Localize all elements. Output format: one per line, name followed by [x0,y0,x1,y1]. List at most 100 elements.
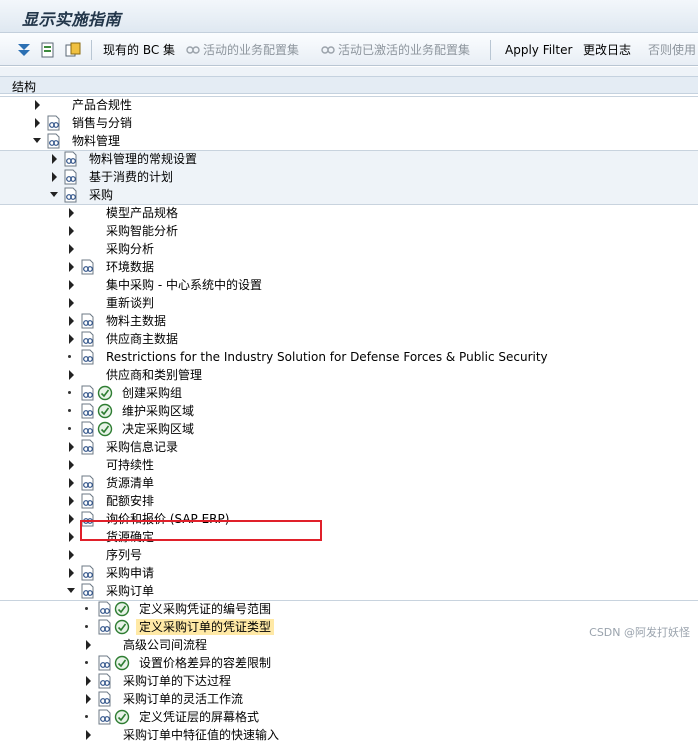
expand-arrow-icon[interactable] [66,495,76,507]
expand-arrow-icon[interactable] [66,369,76,381]
change-log-button[interactable]: 更改日志 [583,41,631,59]
documentation-icon[interactable] [63,169,79,185]
tree-node-label[interactable]: 集中采购 - 中心系统中的设置 [106,277,262,293]
tree-node[interactable]: 采购分析 [0,240,698,258]
tree-node-label[interactable]: 产品合规性 [72,97,132,113]
tree-node-label[interactable]: 销售与分销 [72,115,132,131]
tree-node[interactable]: 可持续性 [0,456,698,474]
tree-node[interactable]: 重新谈判 [0,294,698,312]
tree-node[interactable]: 维护采购区域 [0,402,698,420]
tree-node[interactable]: 创建采购组 [0,384,698,402]
tree-node[interactable]: 定义采购凭证的编号范围 [0,600,698,618]
collapse-arrow-icon[interactable] [49,189,59,201]
tree-node-label[interactable]: Restrictions for the Industry Solution f… [106,349,548,365]
expand-arrow-icon[interactable] [32,99,42,111]
tree-node[interactable]: 采购信息记录 [0,438,698,456]
documentation-icon[interactable] [97,691,113,707]
expand-arrow-icon[interactable] [66,513,76,525]
expand-arrow-icon[interactable] [49,171,59,183]
tree-node[interactable]: 物料管理 [0,132,698,150]
doc-nav-icon[interactable] [39,41,57,59]
tree-node[interactable]: 集中采购 - 中心系统中的设置 [0,276,698,294]
tree-node-label-selected[interactable]: 定义采购订单的凭证类型 [136,619,275,635]
documentation-icon[interactable] [80,385,96,401]
tree-node-label[interactable]: 创建采购组 [122,385,182,401]
tree-node[interactable]: 设置价格差异的容差限制 [0,654,698,672]
tree-node-label[interactable]: 物料管理 [72,133,120,149]
documentation-icon[interactable] [80,331,96,347]
current-bc-set-button[interactable]: 现有的 BC 集 [103,41,175,59]
collapse-arrow-icon[interactable] [32,135,42,147]
expand-arrow-icon[interactable] [66,297,76,309]
documentation-icon[interactable] [97,655,113,671]
tree-node[interactable]: 采购申请 [0,564,698,582]
otherwise-use-button[interactable]: 否则使用 [648,41,696,59]
tree-node[interactable]: 物料主数据 [0,312,698,330]
documentation-icon[interactable] [97,709,113,725]
documentation-icon[interactable] [80,313,96,329]
tree-node[interactable]: 采购智能分析 [0,222,698,240]
tree-node-label[interactable]: 采购订单中特征值的快速输入 [123,727,279,743]
execute-clock-icon[interactable] [97,421,113,437]
expand-arrow-icon[interactable] [66,243,76,255]
expand-arrow-icon[interactable] [66,333,76,345]
expand-arrow-icon[interactable] [66,315,76,327]
tree-node-label[interactable]: 物料主数据 [106,313,166,329]
tree-node[interactable]: 货源清单 [0,474,698,492]
documentation-icon[interactable] [80,439,96,455]
execute-clock-icon[interactable] [97,403,113,419]
tree-node-label[interactable]: 基于消费的计划 [89,169,173,185]
tree-node[interactable]: 销售与分销 [0,114,698,132]
bc-activated-button[interactable]: 活动已激活的业务配置集 [338,41,470,59]
bc-set-icon[interactable] [64,41,82,59]
tree-node[interactable]: Restrictions for the Industry Solution f… [0,348,698,366]
expand-arrow-icon[interactable] [32,117,42,129]
bc-active-button[interactable]: 活动的业务配置集 [203,41,299,59]
tree-node-label[interactable]: 决定采购区域 [122,421,194,437]
tree-node[interactable]: 物料管理的常规设置 [0,150,698,168]
documentation-icon[interactable] [80,583,96,599]
expand-arrow-icon[interactable] [66,207,76,219]
execute-clock-icon[interactable] [114,601,130,617]
tree-node[interactable]: 定义凭证层的屏幕格式 [0,708,698,726]
tree-node[interactable]: 采购订单中特征值的快速输入 [0,726,698,744]
tree-node-label[interactable]: 高级公司间流程 [123,637,207,653]
documentation-icon[interactable] [97,619,113,635]
expand-arrow-icon[interactable] [83,729,93,741]
documentation-icon[interactable] [80,421,96,437]
expand-arrow-icon[interactable] [66,549,76,561]
expand-arrow-icon[interactable] [66,567,76,579]
tree-node-label[interactable]: 采购订单 [106,583,154,599]
documentation-icon[interactable] [97,601,113,617]
documentation-icon[interactable] [80,565,96,581]
tree-node-label[interactable]: 供应商和类别管理 [106,367,202,383]
tree-node[interactable]: 供应商和类别管理 [0,366,698,384]
tree-node[interactable]: 供应商主数据 [0,330,698,348]
tree-node-label[interactable]: 物料管理的常规设置 [89,151,197,167]
execute-clock-icon[interactable] [114,709,130,725]
tree-node[interactable]: 基于消费的计划 [0,168,698,186]
tree-node-label[interactable]: 环境数据 [106,259,154,275]
tree-node-label[interactable]: 货源清单 [106,475,154,491]
collapse-arrow-icon[interactable] [66,585,76,597]
tree-node-label[interactable]: 可持续性 [106,457,154,473]
tree-node-label[interactable]: 采购订单的下达过程 [123,673,231,689]
documentation-icon[interactable] [80,493,96,509]
tree-node-label[interactable]: 配额安排 [106,493,154,509]
execute-clock-icon[interactable] [97,385,113,401]
expand-arrow-icon[interactable] [83,693,93,705]
documentation-icon[interactable] [46,133,62,149]
tree-node-label[interactable]: 模型产品规格 [106,205,178,221]
documentation-icon[interactable] [80,475,96,491]
tree-node-label[interactable]: 定义采购凭证的编号范围 [139,601,271,617]
tree-node[interactable]: 采购订单的下达过程 [0,672,698,690]
documentation-icon[interactable] [97,673,113,689]
expand-arrow-icon[interactable] [49,153,59,165]
expand-arrow-icon[interactable] [66,261,76,273]
expand-arrow-icon[interactable] [66,477,76,489]
documentation-icon[interactable] [80,403,96,419]
tree-node[interactable]: 序列号 [0,546,698,564]
tree-node[interactable]: 配额安排 [0,492,698,510]
expand-arrow-icon[interactable] [66,459,76,471]
tree-node-label[interactable]: 采购分析 [106,241,154,257]
